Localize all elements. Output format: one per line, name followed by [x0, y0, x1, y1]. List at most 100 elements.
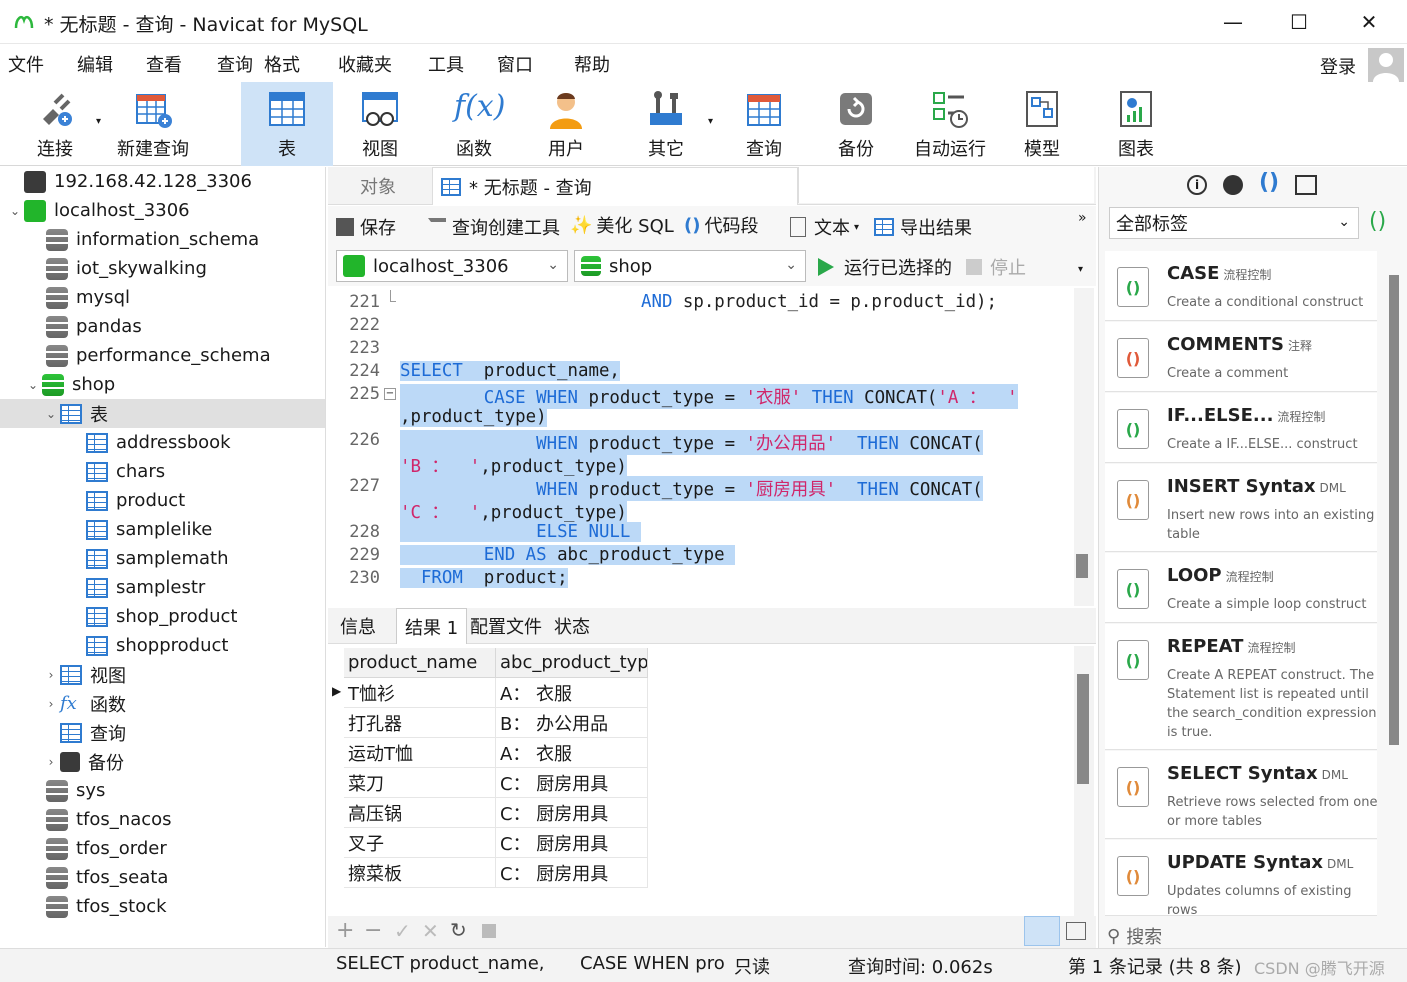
snippet-scrollbar-thumb[interactable] [1389, 275, 1399, 745]
snippet-item-case[interactable]: () CASE 流程控制 Create a conditional construct [1105, 251, 1377, 321]
tag-select[interactable]: 全部标签 ⌄ [1109, 207, 1359, 239]
login-link[interactable]: 登录 [1320, 53, 1356, 79]
fold-collapse-icon[interactable]: − [384, 388, 396, 400]
backup-button[interactable]: 备份 [816, 82, 896, 166]
connection-select[interactable]: localhost_3306 ⌄ [336, 250, 568, 282]
export-results-button[interactable]: 导出结果 [874, 214, 972, 240]
text-dropdown-icon[interactable]: ▾ [854, 222, 859, 233]
grid-scrollbar-thumb[interactable] [1077, 674, 1089, 784]
query-builder-button[interactable]: 查询创建工具 [428, 214, 560, 240]
selector-overflow-icon[interactable]: ▾ [1078, 264, 1083, 275]
refresh-icon[interactable]: ↻ [450, 918, 467, 942]
tree-db-sys[interactable]: sys [46, 776, 105, 805]
tab-query[interactable]: * 无标题 - 查询 [432, 167, 798, 205]
grid-scrollbar[interactable] [1074, 646, 1094, 916]
database-select[interactable]: shop ⌄ [574, 250, 806, 282]
table-cell[interactable]: A： 衣服 [496, 678, 648, 708]
tree-table-item[interactable]: chars [86, 457, 165, 486]
sql-editor[interactable]: 221 AND sp.product_id = p.product_id); 2… [328, 288, 1070, 606]
table-cell[interactable]: C： 厨房用具 [496, 858, 648, 888]
editor-scrollbar-thumb[interactable] [1076, 554, 1088, 578]
menu-favorites[interactable]: 收藏夹 [338, 51, 392, 77]
menu-help[interactable]: 帮助 [574, 51, 610, 77]
add-snippet-icon[interactable]: () [1369, 209, 1386, 234]
snippet-item-select[interactable]: () SELECT Syntax DML Retrieve rows selected… [1105, 751, 1377, 839]
connect-button[interactable]: 连接 [20, 82, 90, 166]
stop-icon[interactable] [482, 924, 496, 938]
table-cell[interactable]: B： 办公用品 [496, 708, 648, 738]
code-snippet-button[interactable]: () 代码段 [684, 212, 758, 238]
expand-chevron-icon[interactable]: ⌄ [6, 204, 24, 218]
table-cell[interactable]: T恤衫 [344, 678, 496, 708]
new-query-button[interactable]: 新建查询 [112, 82, 194, 166]
tree-group-backups[interactable]: › 备份 [42, 747, 124, 776]
table-cell[interactable]: 运动T恤 [344, 738, 496, 768]
expand-chevron-icon[interactable]: › [42, 755, 60, 769]
avatar[interactable] [1368, 48, 1404, 82]
tab-objects[interactable]: 对象 [328, 167, 428, 205]
save-button[interactable]: 保存 [336, 214, 396, 240]
tree-table-item[interactable]: samplelike [86, 515, 212, 544]
beautify-sql-button[interactable]: ✨ 美化 SQL [570, 212, 674, 238]
menu-file[interactable]: 文件 [8, 51, 44, 77]
tree-table-item[interactable]: addressbook [86, 428, 231, 457]
user-button[interactable]: 用户 [526, 82, 606, 166]
maximize-button[interactable]: ☐ [1266, 0, 1332, 44]
connect-dropdown-icon[interactable]: ▾ [96, 116, 101, 127]
eye-icon[interactable] [1223, 175, 1243, 195]
delete-row-icon[interactable]: − [364, 918, 382, 943]
menu-window[interactable]: 窗口 [497, 51, 533, 77]
table-cell[interactable]: C： 厨房用具 [496, 798, 648, 828]
menu-query[interactable]: 查询 [217, 51, 253, 77]
tree-connection-remote[interactable]: 192.168.42.128_3306 [6, 167, 252, 196]
tree-group-queries[interactable]: 查询 [60, 718, 126, 747]
table-cell[interactable]: 擦菜板 [344, 858, 496, 888]
table-cell[interactable]: C： 厨房用具 [496, 768, 648, 798]
column-header[interactable]: abc_product_type [496, 648, 648, 678]
tree-table-item[interactable]: samplemath [86, 544, 228, 573]
snippet-item-comments[interactable]: () COMMENTS 注释 Create a comment [1105, 322, 1377, 392]
table-cell[interactable]: 打孔器 [344, 708, 496, 738]
grid-view-icon[interactable] [1024, 916, 1060, 946]
tree-db-pandas[interactable]: pandas [46, 312, 142, 341]
menu-view[interactable]: 查看 [146, 51, 182, 77]
tree-db-tfos-seata[interactable]: tfos_seata [46, 863, 168, 892]
snippet-item-repeat[interactable]: () REPEAT 流程控制 Create A REPEAT construct. T… [1105, 624, 1377, 750]
auto-run-button[interactable]: 自动运行 [908, 82, 992, 166]
table-cell[interactable]: 叉子 [344, 828, 496, 858]
tree-db-information-schema[interactable]: information_schema [46, 225, 259, 254]
tree-db-tfos-order[interactable]: tfos_order [46, 834, 167, 863]
expand-chevron-icon[interactable]: › [42, 668, 60, 682]
menu-format[interactable]: 格式 [264, 51, 300, 77]
tree-group-views[interactable]: › 视图 [42, 660, 126, 689]
snippet-item-loop[interactable]: () LOOP 流程控制 Create a simple loop construct [1105, 553, 1377, 623]
tree-table-item[interactable]: shop_product [86, 602, 237, 631]
query-button[interactable]: 查询 [724, 82, 804, 166]
tree-group-functions[interactable]: › fx 函数 [42, 689, 126, 718]
other-button[interactable]: 其它 [626, 82, 706, 166]
tree-table-item[interactable]: product [86, 486, 185, 515]
tree-db-shop[interactable]: ⌄ shop [24, 370, 115, 399]
discard-x-icon[interactable]: ✕ [422, 919, 439, 943]
tab-status[interactable]: 状态 [546, 608, 598, 644]
table-button[interactable]: 表 [241, 82, 333, 166]
layout-grid-icon[interactable] [1295, 175, 1317, 195]
tree-connection-localhost[interactable]: ⌄ localhost_3306 [6, 196, 190, 225]
tab-profile[interactable]: 配置文件 [462, 608, 550, 644]
tree-db-performance-schema[interactable]: performance_schema [46, 341, 271, 370]
tree-db-tfos-stock[interactable]: tfos_stock [46, 892, 167, 921]
column-header[interactable]: product_name [344, 648, 496, 678]
chart-button[interactable]: 图表 [1098, 82, 1174, 166]
add-row-icon[interactable]: + [336, 918, 354, 943]
run-selected-button[interactable]: 运行已选择的 [818, 254, 952, 280]
tree-db-tfos-nacos[interactable]: tfos_nacos [46, 805, 172, 834]
apply-check-icon[interactable]: ✓ [394, 919, 411, 943]
tree-db-mysql[interactable]: mysql [46, 283, 130, 312]
expand-chevron-icon[interactable]: › [42, 697, 60, 711]
form-view-icon[interactable] [1066, 922, 1086, 940]
table-cell[interactable]: C： 厨房用具 [496, 828, 648, 858]
menu-edit[interactable]: 编辑 [77, 51, 113, 77]
snippet-item-update[interactable]: () UPDATE Syntax DML Updates columns of exi… [1105, 840, 1377, 918]
table-cell[interactable]: A： 衣服 [496, 738, 648, 768]
tab-info[interactable]: 信息 [332, 608, 384, 644]
